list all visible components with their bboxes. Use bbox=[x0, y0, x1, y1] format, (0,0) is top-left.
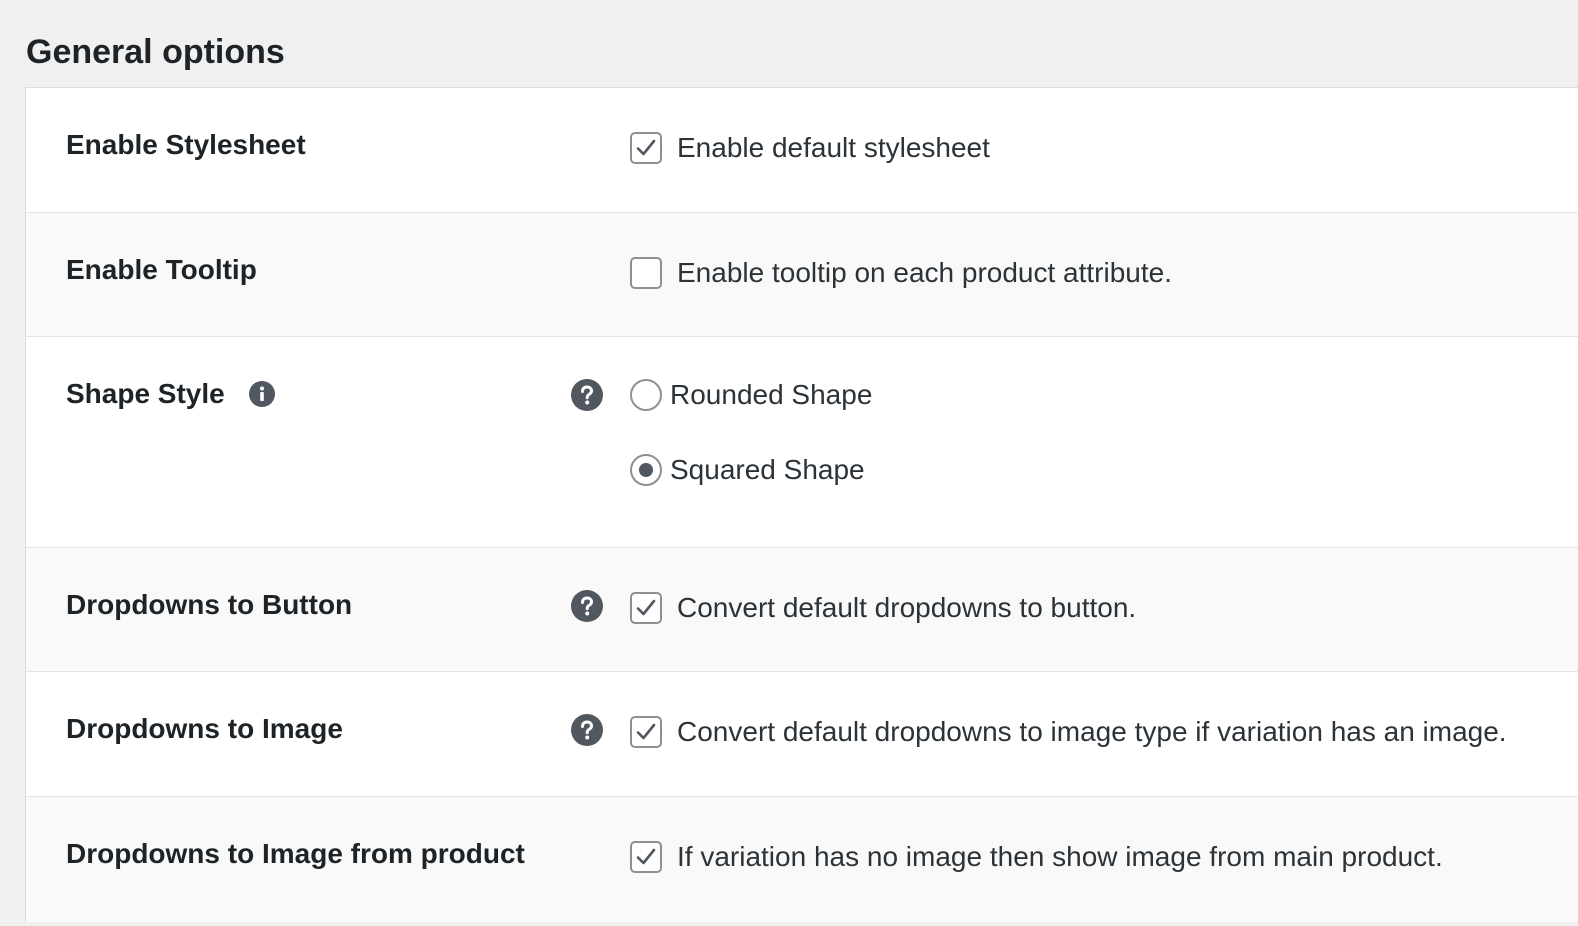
shape-style-label-text: Shape Style bbox=[66, 378, 225, 409]
setting-label-shape-style: Shape Style bbox=[66, 376, 275, 412]
dropdowns-to-image-from-product-checkbox[interactable] bbox=[630, 841, 662, 873]
squared-shape-option[interactable]: Squared Shape bbox=[630, 450, 865, 490]
squared-shape-radio[interactable] bbox=[630, 454, 662, 486]
enable-stylesheet-checkbox[interactable] bbox=[630, 132, 662, 164]
setting-row-enable-stylesheet: Enable Stylesheet Enable default stylesh… bbox=[26, 88, 1578, 213]
setting-label-enable-stylesheet: Enable Stylesheet bbox=[66, 129, 306, 160]
checkmark-icon bbox=[636, 139, 656, 156]
checkmark-icon bbox=[636, 599, 656, 616]
dropdowns-to-image-description: Convert default dropdowns to image type … bbox=[677, 716, 1507, 747]
setting-label-dropdowns-to-button: Dropdowns to Button bbox=[66, 589, 353, 620]
enable-tooltip-option[interactable]: Enable tooltip on each product attribute… bbox=[630, 253, 1172, 293]
dropdowns-to-image-checkbox[interactable] bbox=[630, 716, 662, 748]
setting-label-enable-tooltip: Enable Tooltip bbox=[66, 254, 257, 285]
setting-row-enable-tooltip: Enable Tooltip Enable tooltip on each pr… bbox=[26, 213, 1578, 337]
page-title: General options bbox=[26, 33, 285, 71]
dropdowns-to-image-from-product-description: If variation has no image then show imag… bbox=[677, 841, 1443, 872]
enable-tooltip-checkbox[interactable] bbox=[630, 257, 662, 289]
dropdowns-to-button-option[interactable]: Convert default dropdowns to button. bbox=[630, 588, 1136, 628]
help-icon[interactable] bbox=[571, 379, 603, 411]
dropdowns-to-button-checkbox[interactable] bbox=[630, 592, 662, 624]
squared-shape-label: Squared Shape bbox=[670, 454, 865, 485]
rounded-shape-radio[interactable] bbox=[630, 379, 662, 411]
setting-label-dropdowns-to-image: Dropdowns to Image bbox=[66, 713, 343, 744]
enable-stylesheet-option[interactable]: Enable default stylesheet bbox=[630, 128, 990, 168]
checkmark-icon bbox=[636, 848, 656, 865]
setting-row-dropdowns-to-image: Dropdowns to Image Convert default dropd… bbox=[26, 672, 1578, 797]
setting-row-dropdowns-to-button: Dropdowns to Button Convert default drop… bbox=[26, 548, 1578, 672]
dropdowns-to-image-option[interactable]: Convert default dropdowns to image type … bbox=[630, 712, 1507, 752]
help-icon[interactable] bbox=[571, 590, 603, 622]
help-icon[interactable] bbox=[571, 714, 603, 746]
enable-tooltip-description: Enable tooltip on each product attribute… bbox=[677, 257, 1173, 288]
rounded-shape-option[interactable]: Rounded Shape bbox=[630, 375, 872, 415]
dropdowns-to-image-from-product-option[interactable]: If variation has no image then show imag… bbox=[630, 837, 1443, 877]
settings-panel: Enable Stylesheet Enable default stylesh… bbox=[25, 87, 1578, 922]
setting-label-dropdowns-to-image-from-product: Dropdowns to Image from product bbox=[66, 838, 525, 869]
setting-row-dropdowns-to-image-from-product: Dropdowns to Image from product If varia… bbox=[26, 797, 1578, 922]
setting-row-shape-style: Shape Style Rounded Shape Squared Shape bbox=[26, 337, 1578, 548]
info-icon[interactable] bbox=[248, 380, 275, 407]
dropdowns-to-button-description: Convert default dropdowns to button. bbox=[677, 592, 1137, 623]
checkmark-icon bbox=[636, 723, 656, 740]
rounded-shape-label: Rounded Shape bbox=[670, 379, 873, 410]
enable-stylesheet-description: Enable default stylesheet bbox=[677, 132, 990, 163]
